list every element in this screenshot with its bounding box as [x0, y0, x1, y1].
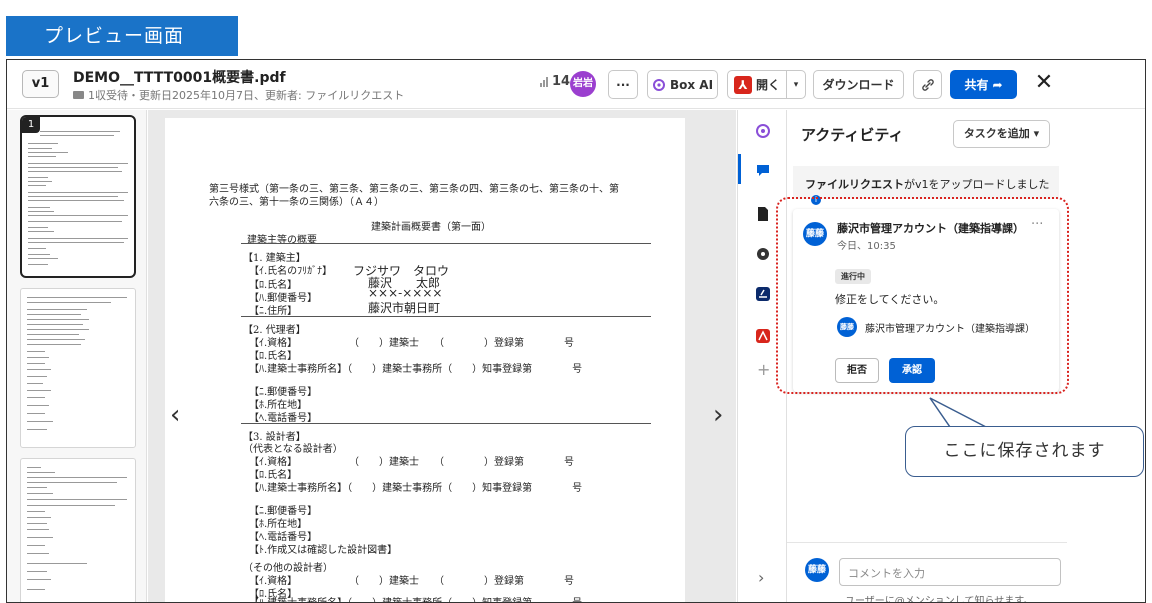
comment-hint: ユーザーに@メンションして知らせます。 [845, 596, 1034, 603]
active-indicator [738, 154, 741, 184]
share-button[interactable]: 共有 ➦ [950, 70, 1017, 99]
notice-text: がv1をアップロードしました [904, 178, 1050, 191]
comment-input[interactable]: コメントを入力 [839, 558, 1061, 586]
doc-rule [241, 243, 651, 244]
thumbnail-page-3[interactable] [20, 458, 136, 602]
doc-line: 【ﾍ.電話番号】 [249, 413, 318, 424]
open-dropdown-button[interactable]: ▾ [786, 70, 806, 99]
download-button[interactable]: ダウンロード [813, 70, 904, 99]
highlight-box [776, 197, 1069, 394]
next-page-button[interactable]: › [713, 400, 723, 430]
page-number-badge: 1 [22, 117, 40, 133]
doc-line: 【ﾊ.建築士事務所名】（ ）建築士事務所（ ）知事登録第 号 [249, 483, 583, 494]
bar-chart-icon [540, 76, 548, 87]
preview-header: v1 DEMO__TTTT0001概要書.pdf 1収受待・更新日2025年10… [7, 60, 1145, 109]
activity-title: アクティビティ [801, 126, 904, 144]
doc-line: 【ﾊ.建築士事務所名】（ ）建築士事務所（ ）知事登録第 号 [249, 594, 582, 602]
doc-line: （ ）建築士 （ ）登録第 号 [349, 338, 574, 349]
doc-value: 藤沢市朝日町 [368, 301, 441, 315]
comment-divider [787, 542, 1067, 543]
box-ai-icon [652, 78, 665, 91]
doc-line: 【ﾊ.建築士事務所名】（ ）建築士事務所（ ）知事登録第 号 [249, 364, 583, 375]
box-ai-sidebar-icon[interactable] [755, 123, 771, 139]
callout-annotation: ここに保存されます [905, 426, 1144, 477]
preview-screen-label: プレビュー画面 [6, 16, 238, 56]
signature-icon[interactable] [755, 286, 771, 302]
add-app-icon[interactable]: + [757, 360, 770, 379]
thumbnail-page-1[interactable]: 1 [20, 115, 136, 278]
notice-actor: ファイルリクエスト [805, 178, 904, 191]
open-button[interactable]: ⅄ 開く [727, 70, 787, 99]
thumbnail-sidebar: 1 [7, 110, 147, 602]
collapse-panel-icon[interactable]: › [758, 568, 764, 587]
view-count[interactable]: 14 [540, 74, 570, 89]
doc-rule [241, 423, 651, 424]
doc-line: （ ）建築士 （ ）登録第 号 [349, 457, 574, 468]
doc-title: 建築計画概要書（第一面） [371, 222, 491, 233]
box-ai-button[interactable]: Box AI [647, 70, 718, 99]
open-label: 開く [755, 78, 780, 92]
link-icon [921, 78, 934, 91]
details-document-icon[interactable] [755, 206, 771, 222]
doc-form-number-2: 六条の三、第十一条の三関係）（Ａ４） [209, 197, 384, 208]
document-page: 第三号様式（第一条の三、第三条、第三条の三、第三条の四、第三条の七、第三条の十、… [165, 118, 685, 602]
doc-line: （ ）建築士 （ ）登録第 号 [349, 576, 574, 587]
acrobat-sidebar-icon[interactable] [755, 328, 771, 344]
close-button[interactable]: ✕ [1031, 71, 1057, 97]
folder-icon [73, 91, 84, 99]
upload-notice: ファイルリクエストがv1をアップロードしましたi [793, 166, 1059, 205]
previous-page-button[interactable]: ‹ [170, 400, 180, 430]
doc-line: 【ﾆ.住所】 [249, 306, 298, 317]
doc-line: 【ｲ.氏名のﾌﾘｶﾞﾅ】 [249, 266, 333, 277]
more-options-button[interactable]: ··· [608, 70, 638, 99]
version-button[interactable]: v1 [22, 70, 59, 98]
current-user-avatar: 藤藤 [805, 558, 829, 582]
doc-rule [241, 316, 651, 317]
add-task-button[interactable]: タスクを追加 ▾ [953, 120, 1050, 148]
document-viewer: 第三号様式（第一条の三、第三条、第三条の三、第三条の四、第三条の七、第三条の十、… [148, 110, 736, 602]
activity-comment-icon[interactable] [755, 162, 771, 178]
acrobat-icon: ⅄ [733, 75, 752, 94]
file-meta-text: 1収受待・更新日2025年10月7日、更新者: ファイルリクエスト [88, 89, 405, 102]
doc-line: 【ﾄ.作成又は確認した設計図書】 [249, 545, 398, 556]
thumbnail-page-2[interactable] [20, 288, 136, 448]
collaborator-avatar[interactable]: 岩岩 [570, 71, 596, 97]
share-arrow-icon: ➦ [992, 77, 1003, 92]
file-name: DEMO__TTTT0001概要書.pdf [73, 70, 286, 86]
file-meta: 1収受待・更新日2025年10月7日、更新者: ファイルリクエスト [73, 87, 404, 103]
doc-value: ×××-×××× [368, 286, 443, 300]
callout-pointer [929, 397, 988, 430]
view-count-value: 14 [552, 74, 571, 89]
box-ai-label: Box AI [669, 77, 714, 92]
copy-link-button[interactable] [913, 70, 942, 99]
metadata-icon[interactable] [755, 246, 771, 262]
share-label: 共有 [964, 78, 989, 92]
